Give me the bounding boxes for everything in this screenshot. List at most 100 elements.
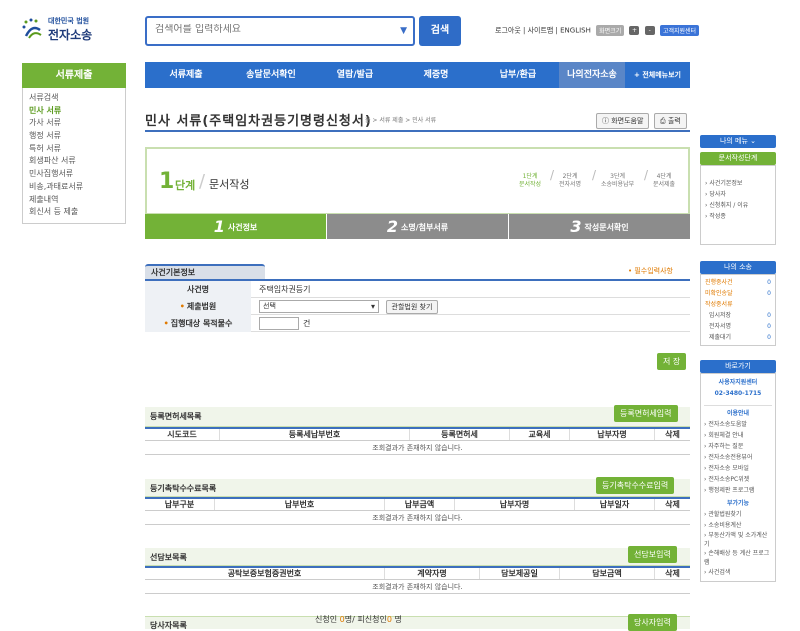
search-button[interactable]: 검색 xyxy=(419,16,461,46)
shortcut-title: 바로가기 xyxy=(700,360,776,373)
column-header: 공탁보증보험증권번호 xyxy=(145,568,385,579)
doc-step-item[interactable]: › 사건기본정보 xyxy=(705,178,771,189)
fee-input-button[interactable]: 등기촉탁수수료입력 xyxy=(596,477,675,494)
column-header: 납부자명 xyxy=(570,429,655,440)
fee-table-title: 등기촉탁수수료목록 xyxy=(150,484,217,493)
left-menu-item[interactable]: 회신서 등 제출 xyxy=(29,206,119,219)
support-center-button[interactable]: 고객지원센터 xyxy=(659,25,700,36)
left-menu-item[interactable]: 제출내역 xyxy=(29,194,119,207)
my-case-row[interactable]: 미확인송달 0 xyxy=(705,288,771,299)
nav-item-payment[interactable]: 납부/환급 xyxy=(477,62,559,88)
extra-label: 소송비용계산 xyxy=(708,522,742,529)
left-menu-item[interactable]: 비송,과태료서류 xyxy=(29,181,119,194)
step-1: 1단계 문서작성 xyxy=(519,173,541,189)
party-table-bar xyxy=(145,616,690,629)
extra-item[interactable]: › 관할법원찾기 xyxy=(704,509,772,520)
search-box: ▼ xyxy=(145,16,415,46)
left-menu-item[interactable]: 가사 서류 xyxy=(29,117,119,130)
count-label: 집행대상 목적물수 xyxy=(145,314,251,332)
extra-item[interactable]: › 손해배상 등 계산 프로그램 xyxy=(704,549,770,567)
main-nav: 서류제출 송달문서확인 열람/발급 제증명 납부/환급 나의전자소송 + 전체메… xyxy=(145,62,690,88)
doc-step-item[interactable]: › 당사자 xyxy=(705,189,771,200)
nav-item-view[interactable]: 열람/발급 xyxy=(315,62,395,88)
my-case-label: 미확인송달 xyxy=(705,290,733,297)
my-case-title: 나의 소송 xyxy=(700,261,776,274)
column-header: 납부일자 xyxy=(575,499,655,510)
extra-item[interactable]: › 사건검색 xyxy=(704,567,772,578)
my-case-row[interactable]: 제출대기 0 xyxy=(705,332,771,343)
guide-item[interactable]: › 전자소송전용뷰어 xyxy=(704,452,772,463)
left-menu-item-active[interactable]: 민사 서류 xyxy=(29,105,119,118)
doc-step-label: 사건기본정보 xyxy=(709,180,743,187)
title-divider xyxy=(145,130,690,132)
doc-step-item[interactable]: › 작성종 xyxy=(705,211,771,222)
party-counts: 신청인 0명/ 피신청인0 명 xyxy=(315,614,402,625)
logo-subtitle: 대한민국 법원 xyxy=(48,17,90,25)
my-case-row[interactable]: 전자서명 0 xyxy=(705,321,771,332)
security-input-button[interactable]: 선담보입력 xyxy=(628,546,677,563)
left-menu-item[interactable]: 행정 서류 xyxy=(29,130,119,143)
court-row: 제출법원 선택 관할법원 찾기 xyxy=(145,297,690,315)
tab-document-check[interactable]: 3 작성문서확인 xyxy=(508,214,690,239)
print-button[interactable]: ⎙ 출력 xyxy=(654,113,687,129)
tab-number: 3 xyxy=(570,217,582,236)
table-header: 시도코드 등록세납부번호 등록면허세 교육세 납부자명 삭제 xyxy=(145,427,690,441)
step-dan: 단계 xyxy=(175,179,196,192)
left-menu-item[interactable]: 회생파산 서류 xyxy=(29,155,119,168)
guide-item[interactable]: › 자주하는 질문 xyxy=(704,441,772,452)
my-case-value: 0 xyxy=(767,323,771,330)
guide-item[interactable]: › 전자소송PC위젯 xyxy=(704,474,772,485)
top-utility-links[interactable]: 로그아웃 | 사이트맵 | ENGLISH xyxy=(495,27,591,35)
support-phone: 02-3480-1715 xyxy=(714,390,762,397)
column-header: 삭제 xyxy=(665,569,680,578)
support-center-link[interactable]: 사용자지원센터 xyxy=(704,377,772,388)
left-menu-title: 서류제출 xyxy=(22,63,126,88)
extra-item[interactable]: › 부동산가액 및 소가계산기 xyxy=(704,531,770,549)
count-input[interactable] xyxy=(259,316,299,330)
nav-item-delivery[interactable]: 송달문서확인 xyxy=(227,62,315,88)
chevron-down-icon[interactable]: ▼ xyxy=(400,26,407,36)
left-menu-item[interactable]: 민사집행서류 xyxy=(29,168,119,181)
guide-label: 전자소송 모바일 xyxy=(708,465,749,472)
party-input-button[interactable]: 당사자입력 xyxy=(628,614,677,631)
my-case-row[interactable]: 임시저장 0 xyxy=(705,310,771,321)
guide-item[interactable]: › 전자소송 모바일 xyxy=(704,463,772,474)
left-menu-item[interactable]: 서류검색 xyxy=(29,92,119,105)
count-value: 건 xyxy=(251,316,310,330)
guide-item[interactable]: › 전자소송도움말 xyxy=(704,419,772,430)
guide-item[interactable]: › 회원체결 안내 xyxy=(704,430,772,441)
zoom-out-button[interactable]: - xyxy=(644,26,655,35)
nav-item-all-menu[interactable]: + 전체메뉴보기 xyxy=(625,62,690,88)
court-logo[interactable]: 대한민국 법원 전자소송 xyxy=(20,14,120,44)
my-case-row[interactable]: 진행중사건 0 xyxy=(705,277,771,288)
zoom-in-button[interactable]: + xyxy=(629,26,640,35)
court-select[interactable]: 선택 xyxy=(259,299,379,313)
nav-item-my-lawsuit[interactable]: 나의전자소송 xyxy=(559,62,625,88)
case-info-title: 사건기본정보 xyxy=(145,264,265,279)
guide-item[interactable]: › 행정제판 프로그램 xyxy=(704,485,772,496)
left-menu-item[interactable]: 특허 서류 xyxy=(29,143,119,156)
tab-attachments[interactable]: 2 소명/첨부서류 xyxy=(326,214,508,239)
tab-case-info[interactable]: 1 사건정보 xyxy=(145,214,326,239)
step-2: /2단계 전자서명 xyxy=(550,168,582,188)
nav-item-certificate[interactable]: 제증명 xyxy=(395,62,477,88)
column-header: 담보금액 xyxy=(560,568,655,579)
tab-label: 작성문서확인 xyxy=(584,223,629,232)
nav-item-submit[interactable]: 서류제출 xyxy=(145,62,227,88)
doc-step-item[interactable]: › 신청취지 / 이유 xyxy=(705,200,771,211)
empty-message: 조회결과가 존재하지 않습니다. xyxy=(145,580,690,594)
search-input[interactable] xyxy=(155,24,385,35)
tax-input-button[interactable]: 등록면허세입력 xyxy=(614,405,678,422)
extra-item[interactable]: › 소송비용계산 xyxy=(704,520,772,531)
my-menu-button[interactable]: 나의 메뉴 ⌄ xyxy=(700,135,776,148)
find-court-button[interactable]: 관할법원 찾기 xyxy=(385,299,439,314)
shortcut-box: 사용자지원센터 02-3480-1715 이용안내 › 전자소송도움말 › 회원… xyxy=(700,373,776,582)
my-case-value: 0 xyxy=(767,290,771,297)
column-header: 시도코드 xyxy=(145,429,220,440)
save-button[interactable]: 저 장 xyxy=(657,353,687,370)
column-header: 담보제공일 xyxy=(480,568,560,579)
help-button[interactable]: ⓘ 화면도움말 xyxy=(596,113,650,129)
my-case-label: 제출대기 xyxy=(709,334,732,341)
extra-label: 관할법원찾기 xyxy=(708,511,742,518)
tax-table-bar xyxy=(145,407,690,427)
